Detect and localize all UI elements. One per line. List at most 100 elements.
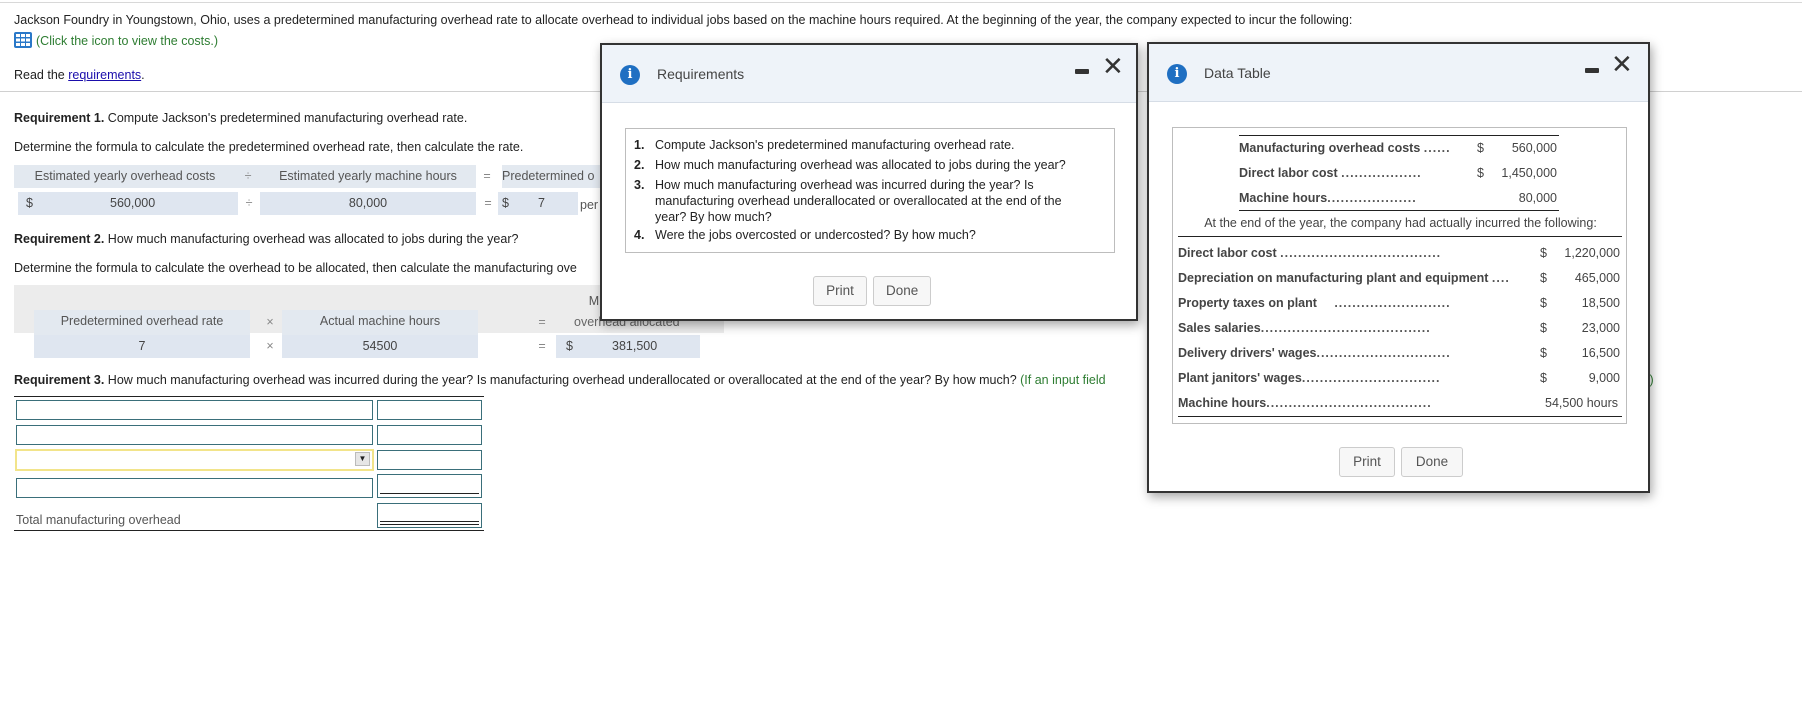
- info-icon: i: [1167, 64, 1187, 84]
- requirements-link[interactable]: requirements: [68, 68, 141, 82]
- actual-label: Machine hours: [1178, 396, 1267, 410]
- print-button[interactable]: Print: [813, 276, 867, 306]
- actual-label: Sales salaries: [1178, 321, 1261, 335]
- expected-label: Manufacturing overhead costs: [1239, 141, 1421, 155]
- actual-value: 1,220,000: [1564, 246, 1620, 260]
- read-requirements: Read the requirements.: [14, 68, 145, 82]
- dot-leader: ..................: [1341, 166, 1422, 180]
- subtotal-rule: [380, 493, 479, 494]
- req1-header-predetermined: Predetermined o: [502, 165, 602, 188]
- requirement-number: 2.: [634, 158, 645, 172]
- req3-label-input-4[interactable]: [16, 478, 373, 498]
- currency-sign: $: [1540, 321, 1547, 335]
- req2-multiply-op: ×: [266, 339, 274, 353]
- actual-row: Property taxes on plant ................…: [1178, 293, 1622, 313]
- req3-top-rule: [14, 396, 484, 397]
- actual-row: Direct labor cost ......................…: [1178, 243, 1622, 263]
- close-icon[interactable]: ✕: [1611, 52, 1633, 78]
- req3-amount-input-2[interactable]: [377, 425, 482, 445]
- req3-amount-input-4[interactable]: [377, 474, 482, 498]
- requirements-dialog-title: Requirements: [657, 66, 745, 82]
- dot-leader: ..........................: [1334, 296, 1451, 310]
- requirement-number: 4.: [634, 228, 645, 242]
- actual-row: Machine hours...........................…: [1178, 393, 1622, 413]
- req2-text: How much manufacturing overhead was allo…: [104, 232, 519, 246]
- currency-sign: $: [1540, 246, 1547, 260]
- currency-sign: $: [502, 196, 509, 210]
- close-icon[interactable]: ✕: [1102, 54, 1124, 80]
- req2-header-rate: Predetermined overhead rate: [34, 310, 250, 335]
- req3-allocation-dropdown[interactable]: ▼: [15, 449, 374, 471]
- read-suffix: .: [141, 68, 145, 82]
- dot-leader: ..............................: [1316, 346, 1451, 360]
- actual-value: 54,500 hours: [1545, 396, 1618, 410]
- dot-leader: ...............................: [1301, 371, 1441, 385]
- actual-label: Plant janitors' wages: [1178, 371, 1302, 385]
- requirement-text: How much manufacturing overhead was incu…: [655, 178, 1062, 224]
- req1-header-divide: ÷: [236, 165, 260, 188]
- top-divider: [0, 2, 1802, 3]
- minimize-icon[interactable]: [1585, 68, 1599, 73]
- req3-total-label: Total manufacturing overhead: [16, 513, 181, 527]
- actual-label: Delivery drivers' wages: [1178, 346, 1317, 360]
- req2-heading: Requirement 2. How much manufacturing ov…: [14, 232, 518, 246]
- chevron-down-icon[interactable]: ▼: [355, 452, 370, 466]
- print-button[interactable]: Print: [1339, 447, 1395, 477]
- expected-row: Machine hours.................... 80,000: [1239, 188, 1559, 208]
- req3-label: Requirement 3.: [14, 373, 105, 387]
- currency-sign: $: [26, 196, 33, 210]
- req2-allocated-value: 381,500: [612, 339, 658, 353]
- requirements-dialog: i Requirements ✕ 1. Compute Jackson's pr…: [600, 43, 1138, 321]
- requirements-list: 1. Compute Jackson's predetermined manuf…: [625, 128, 1115, 253]
- expected-value: 560,000: [1511, 141, 1557, 155]
- actual-value: 18,500: [1581, 296, 1620, 310]
- data-table-icon[interactable]: [14, 32, 32, 48]
- expected-row: Direct labor cost .................. $ 1…: [1239, 163, 1559, 183]
- currency-sign: $: [1477, 141, 1484, 155]
- req1-instruction: Determine the formula to calculate the p…: [14, 140, 524, 154]
- req2-header-multiply: ×: [266, 315, 274, 329]
- actual-row: Depreciation on manufacturing plant and …: [1178, 268, 1622, 288]
- actual-value: 23,000: [1581, 321, 1620, 335]
- dot-leader: ....................: [1327, 191, 1417, 205]
- actual-label: Depreciation on manufacturing plant and …: [1178, 271, 1489, 285]
- req3-label-input-1[interactable]: [16, 400, 373, 420]
- done-button[interactable]: Done: [1401, 447, 1463, 477]
- actual-value: 16,500: [1581, 346, 1620, 360]
- expected-row: Manufacturing overhead costs ...... $ 56…: [1239, 138, 1559, 158]
- req3-amount-input-3[interactable]: [377, 450, 482, 470]
- done-button[interactable]: Done: [873, 276, 931, 306]
- dot-leader: ....: [1491, 271, 1510, 285]
- req1-equals-op: =: [484, 196, 492, 210]
- req3-total-input[interactable]: [377, 503, 482, 528]
- dot-leader: ......: [1423, 141, 1451, 155]
- requirement-number: 1.: [634, 138, 645, 152]
- requirement-text: How much manufacturing overhead was allo…: [655, 158, 1066, 172]
- req2-header-equals: =: [538, 315, 546, 329]
- requirements-dialog-header[interactable]: i Requirements ✕: [602, 45, 1136, 103]
- req2-actual-hours-field[interactable]: 54500: [282, 335, 478, 358]
- data-table-dialog-header[interactable]: i Data Table ✕: [1149, 44, 1648, 102]
- requirement-text: Were the jobs overcosted or undercosted?…: [655, 228, 976, 242]
- view-costs-hint: (Click the icon to view the costs.): [36, 34, 219, 48]
- actual-value: 9,000: [1588, 371, 1620, 385]
- actual-row: Delivery drivers' wages.................…: [1178, 343, 1622, 363]
- total-double-rule-1: [380, 521, 479, 522]
- minimize-icon[interactable]: [1075, 69, 1089, 74]
- req3-text: How much manufacturing overhead was incu…: [104, 373, 1017, 387]
- read-prefix: Read the: [14, 68, 69, 82]
- view-costs-row[interactable]: (Click the icon to view the costs.): [14, 32, 218, 48]
- req1-machine-hours-field[interactable]: 80,000: [260, 192, 476, 215]
- req1-overhead-field[interactable]: $ 560,000: [18, 192, 238, 215]
- expected-label: Direct labor cost: [1239, 166, 1338, 180]
- req1-rate-field[interactable]: $ 7: [498, 192, 578, 215]
- req3-label-input-2[interactable]: [16, 425, 373, 445]
- expected-value: 80,000: [1518, 191, 1557, 205]
- problem-intro: Jackson Foundry in Youngstown, Ohio, use…: [14, 13, 1353, 27]
- req3-amount-input-1[interactable]: [377, 400, 482, 420]
- currency-sign: $: [1540, 296, 1547, 310]
- req2-instruction: Determine the formula to calculate the o…: [14, 261, 577, 275]
- req2-allocated-field[interactable]: $ 381,500: [556, 335, 700, 358]
- req2-rate-field[interactable]: 7: [34, 335, 250, 358]
- req1-text: Compute Jackson's predetermined manufact…: [104, 111, 468, 125]
